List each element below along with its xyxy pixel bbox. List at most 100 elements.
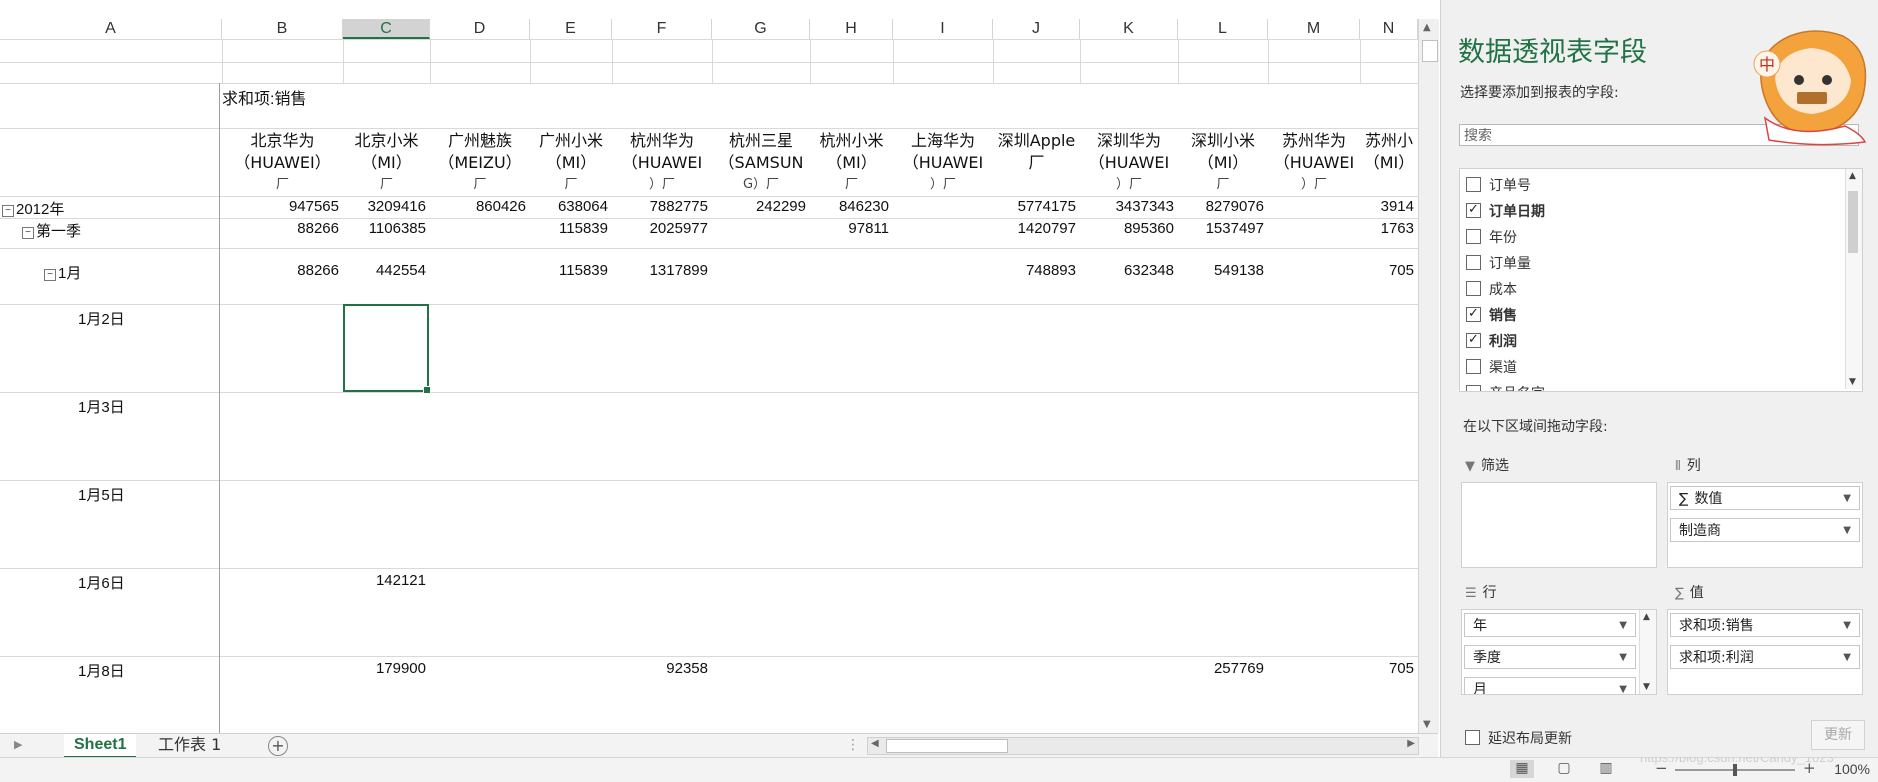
area-field-chip[interactable]: 年 ▼ — [1464, 613, 1636, 637]
column-header-b[interactable]: B — [222, 19, 343, 39]
zoom-slider-knob[interactable] — [1733, 764, 1737, 776]
column-header-a[interactable]: A — [0, 19, 222, 39]
field-checkbox[interactable] — [1466, 281, 1481, 296]
spreadsheet-grid[interactable]: ABCDEFGHIJKLMN 求和项:销售 北京华为 （HUAWEI）厂北京小米（… — [0, 0, 1418, 733]
field-list-scrollbar[interactable]: ▲ ▼ — [1845, 169, 1862, 389]
pivot-column-header[interactable]: 上海华为 （HUAWEI ）厂 — [895, 130, 991, 196]
scroll-down-icon[interactable]: ▼ — [1643, 682, 1650, 692]
pivot-value-cell[interactable]: 115839 — [530, 220, 608, 237]
pivot-column-header[interactable]: 深圳小米 （MI） 厂 — [1180, 130, 1266, 196]
pivot-row-label[interactable]: 1月3日 — [78, 396, 125, 417]
hscroll-thumb[interactable] — [886, 739, 1008, 753]
defer-layout-update[interactable]: 延迟布局更新 — [1465, 728, 1572, 748]
field-list-thumb[interactable] — [1848, 191, 1858, 253]
column-header-c[interactable]: C — [343, 19, 430, 39]
rows-area[interactable]: ▲ ▼ 年 ▼ 季度 ▼ 月 ▼ — [1461, 609, 1657, 695]
field-item[interactable]: 订单量 — [1466, 253, 1531, 275]
pivot-value-cell[interactable]: 895360 — [1080, 220, 1174, 237]
chevron-down-icon[interactable]: ▼ — [1619, 614, 1627, 638]
pivot-value-cell[interactable]: 5774175 — [993, 198, 1076, 215]
scroll-thumb[interactable] — [1422, 40, 1438, 62]
field-checkbox[interactable] — [1466, 255, 1481, 270]
column-header-d[interactable]: D — [430, 19, 530, 39]
pivot-value-cell[interactable]: 2025977 — [612, 220, 708, 237]
pivot-value-cell[interactable]: 97811 — [810, 220, 889, 237]
column-header-h[interactable]: H — [810, 19, 893, 39]
tab-scroll-icon[interactable]: ▶ — [14, 738, 22, 751]
pivot-value-cell[interactable]: 705 — [1360, 262, 1414, 279]
field-item[interactable]: 产品名字 — [1466, 383, 1545, 391]
pivot-value-cell[interactable]: 3914 — [1360, 198, 1414, 215]
field-checkbox[interactable] — [1466, 177, 1481, 192]
area-field-chip[interactable]: 制造商 ▼ — [1670, 518, 1860, 542]
area-field-chip[interactable]: 月 ▼ — [1464, 677, 1636, 694]
pivot-column-header[interactable]: 杭州小米 （MI） 厂 — [812, 130, 891, 196]
chevron-down-icon[interactable]: ▼ — [1843, 614, 1851, 638]
pivot-column-header[interactable]: 杭州三星 （SAMSUN G）厂 — [714, 130, 808, 196]
pivot-value-cell[interactable]: 705 — [1360, 660, 1414, 677]
zoom-level[interactable]: 100% — [1834, 761, 1870, 777]
field-checkbox[interactable] — [1466, 199, 1481, 221]
column-header-n[interactable]: N — [1360, 19, 1418, 39]
pivot-column-header[interactable]: 深圳华为 （HUAWEI ）厂 — [1082, 130, 1176, 196]
area-field-chip[interactable]: 季度 ▼ — [1464, 645, 1636, 669]
rows-area-scrollbar[interactable]: ▲ ▼ — [1639, 610, 1656, 694]
pivot-value-cell[interactable]: 748893 — [993, 262, 1076, 279]
pivot-value-cell[interactable]: 242299 — [712, 198, 806, 215]
pivot-row-label[interactable]: −2012年 — [2, 198, 64, 219]
page-layout-icon[interactable]: ▢ — [1552, 760, 1576, 778]
pivot-column-header[interactable]: 广州魅族 （MEIZU） 厂 — [432, 130, 528, 196]
scroll-up-icon[interactable]: ▲ — [1849, 171, 1856, 181]
vertical-scrollbar[interactable]: ▲ ▼ — [1418, 19, 1439, 733]
pivot-column-header[interactable]: 北京华为 （HUAWEI） 厂 — [224, 130, 341, 196]
columns-area[interactable]: ∑ 数值 ▼ 制造商 ▼ — [1667, 482, 1863, 568]
pivot-column-header[interactable]: 深圳Apple 厂 — [995, 130, 1078, 174]
field-item[interactable]: 利润 — [1466, 329, 1517, 353]
field-item[interactable]: 销售 — [1466, 303, 1517, 327]
chevron-down-icon[interactable]: ▼ — [1843, 519, 1851, 543]
pivot-value-cell[interactable]: 632348 — [1080, 262, 1174, 279]
column-header-l[interactable]: L — [1178, 19, 1268, 39]
area-field-chip[interactable]: 求和项:销售 ▼ — [1670, 613, 1860, 637]
filter-area[interactable] — [1461, 482, 1657, 568]
area-field-chip[interactable]: ∑ 数值 ▼ — [1670, 486, 1860, 510]
pivot-value-cell[interactable]: 92358 — [612, 660, 708, 677]
pivot-value-cell[interactable]: 115839 — [530, 262, 608, 279]
pivot-value-cell[interactable]: 7882775 — [612, 198, 708, 215]
pivot-value-cell[interactable]: 1763 — [1360, 220, 1414, 237]
pivot-row-label[interactable]: 1月2日 — [78, 308, 125, 329]
pivot-value-cell[interactable]: 142121 — [343, 572, 426, 589]
pivot-value-cell[interactable]: 549138 — [1178, 262, 1264, 279]
scroll-up-icon[interactable]: ▲ — [1423, 22, 1431, 33]
selected-cell[interactable] — [343, 304, 431, 394]
pivot-row-label[interactable]: 1月8日 — [78, 660, 125, 681]
column-header-g[interactable]: G — [712, 19, 810, 39]
update-button[interactable]: 更新 — [1811, 720, 1865, 750]
collapse-icon[interactable]: − — [2, 205, 14, 217]
pivot-value-cell[interactable]: 638064 — [530, 198, 608, 215]
sheet-tab-worksheet1[interactable]: 工作表 1 — [148, 734, 231, 756]
column-header-k[interactable]: K — [1080, 19, 1178, 39]
chevron-down-icon[interactable]: ▼ — [1843, 646, 1851, 670]
field-list[interactable]: ▲ ▼ 订单号订单日期年份订单量成本销售利润渠道产品名字 — [1459, 168, 1863, 392]
pivot-value-cell[interactable]: 860426 — [430, 198, 526, 215]
scroll-down-icon[interactable]: ▼ — [1423, 719, 1431, 730]
pivot-column-header[interactable]: 苏州华为 （HUAWEI ）厂 — [1270, 130, 1358, 196]
field-checkbox[interactable] — [1466, 329, 1481, 351]
pivot-column-header[interactable]: 广州小米 （MI） 厂 — [532, 130, 610, 196]
column-header-e[interactable]: E — [530, 19, 612, 39]
scroll-left-icon[interactable]: ◀ — [871, 738, 879, 749]
scroll-down-icon[interactable]: ▼ — [1849, 377, 1856, 387]
pivot-value-cell[interactable]: 947565 — [222, 198, 339, 215]
collapse-icon[interactable]: − — [22, 227, 34, 239]
splitter-icon[interactable]: ⋮ — [846, 737, 860, 753]
pivot-value-cell[interactable]: 88266 — [222, 220, 339, 237]
pivot-value-cell[interactable]: 1106385 — [343, 220, 426, 237]
pivot-value-cell[interactable]: 88266 — [222, 262, 339, 279]
pivot-column-header[interactable]: 杭州华为 （HUAWEI ）厂 — [614, 130, 710, 196]
field-checkbox[interactable] — [1466, 385, 1481, 391]
pivot-value-cell[interactable]: 1537497 — [1178, 220, 1264, 237]
field-item[interactable]: 订单号 — [1466, 175, 1531, 197]
pivot-row-label[interactable]: 1月5日 — [78, 484, 125, 505]
pivot-column-header[interactable]: 苏州小 （MI） — [1362, 130, 1416, 174]
